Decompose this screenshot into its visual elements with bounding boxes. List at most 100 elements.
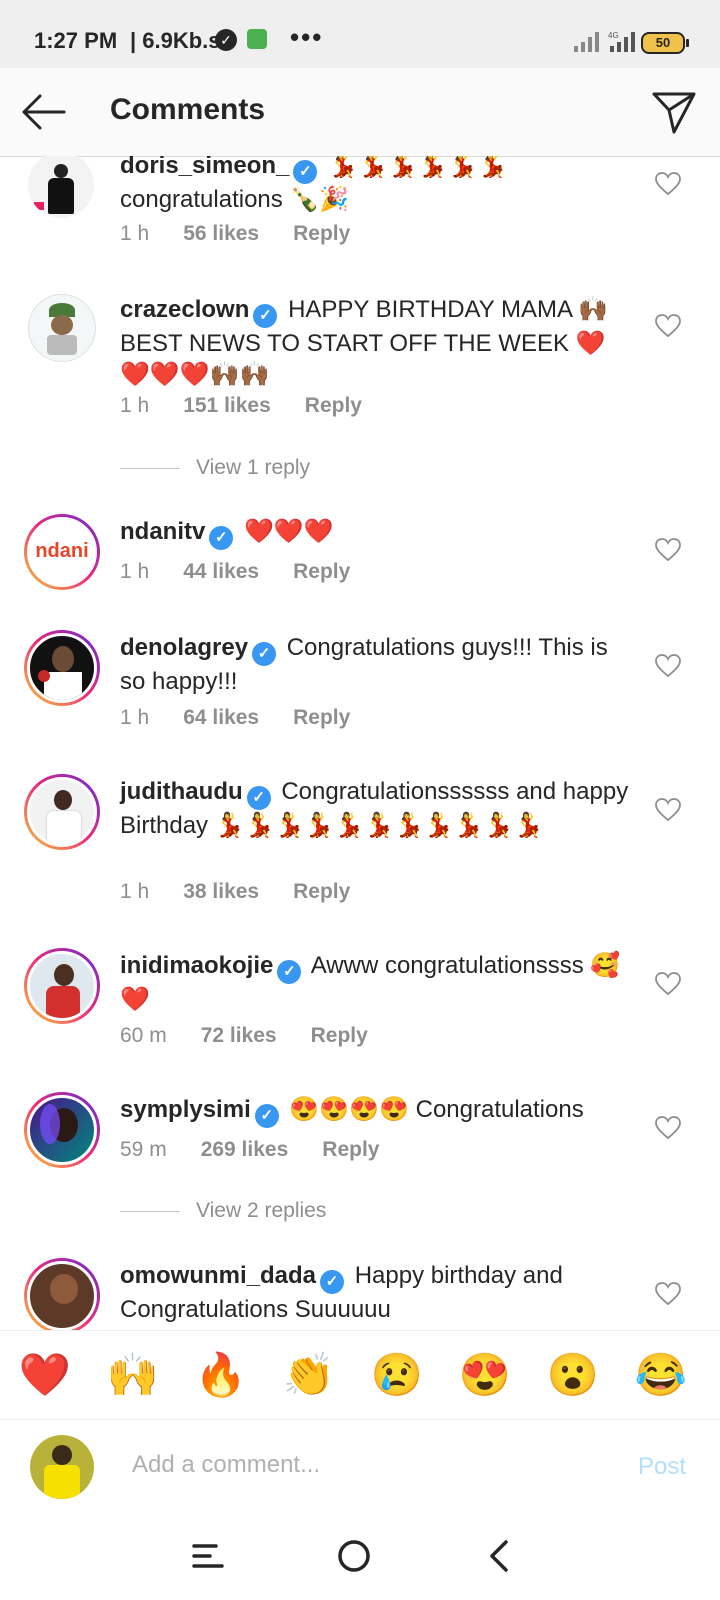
verified-badge-icon: ✓ xyxy=(246,786,271,810)
comment-meta: 1 h 64 likes Reply xyxy=(120,706,384,730)
verified-badge-icon: ✓ xyxy=(209,526,234,550)
clapping-emoji-button[interactable]: 👏 xyxy=(282,1349,336,1401)
heart-icon[interactable] xyxy=(655,1282,681,1306)
comment-input[interactable] xyxy=(130,1450,594,1480)
reply-button[interactable]: Reply xyxy=(305,394,362,417)
comment-text: ❤️❤️❤️ xyxy=(244,518,334,545)
battery-icon: 50 xyxy=(641,32,689,54)
replies-divider xyxy=(120,467,180,469)
send-direct-icon[interactable] xyxy=(650,88,698,136)
app-notification-icon xyxy=(247,29,267,49)
avatar-story-ring[interactable] xyxy=(24,774,100,850)
heart-eyes-emoji-button[interactable]: 😍 xyxy=(458,1349,512,1401)
comment-text-block: denolagrey ✓ Congratulations guys!!! This… xyxy=(120,632,630,697)
verified-badge-icon: ✓ xyxy=(293,160,318,184)
comment-time: 1 h xyxy=(120,222,150,245)
comment-meta: 60 m 72 likes Reply xyxy=(120,1024,402,1048)
heart-icon[interactable] xyxy=(655,172,681,196)
post-button[interactable]: Post xyxy=(638,1453,686,1481)
view-replies-label: View 1 reply xyxy=(196,456,311,479)
comment-time: 59 m xyxy=(120,1138,167,1161)
comment-meta: 1 h 151 likes Reply xyxy=(120,394,396,418)
raised-hands-emoji-button[interactable]: 🙌 xyxy=(106,1349,160,1401)
heart-icon[interactable] xyxy=(655,972,681,996)
verified-badge-icon: ✓ xyxy=(254,1104,279,1128)
likes-count[interactable]: 56 likes xyxy=(183,222,259,245)
comment-username[interactable]: judithaudu xyxy=(120,778,243,805)
avatar-story-ring[interactable]: ndani xyxy=(24,514,100,590)
comment-username[interactable]: ndanitv xyxy=(120,518,205,545)
crying-face-emoji-button[interactable]: 😢 xyxy=(370,1349,424,1401)
back-icon[interactable] xyxy=(478,1536,522,1576)
comment-meta: 59 m 269 likes Reply xyxy=(120,1138,413,1162)
comment-username[interactable]: symplysimi xyxy=(120,1096,251,1123)
comment-username[interactable]: omowunmi_dada xyxy=(120,1262,316,1289)
avatar-story-ring[interactable] xyxy=(24,1092,100,1168)
app-header: Comments xyxy=(0,68,720,157)
fire-emoji-button[interactable]: 🔥 xyxy=(194,1349,248,1401)
comment-time: 1 h xyxy=(120,394,150,417)
replies-divider xyxy=(120,1210,180,1212)
heart-icon[interactable] xyxy=(655,798,681,822)
heart-icon[interactable] xyxy=(655,538,681,562)
likes-count[interactable]: 38 likes xyxy=(183,880,259,903)
comments-list[interactable]: doris_simeon_ ✓ 💃💃💃💃💃💃 congratulations 🍾🎉… xyxy=(0,156,720,1330)
reply-button[interactable]: Reply xyxy=(293,222,350,245)
signal-icon xyxy=(574,32,599,52)
heart-icon[interactable] xyxy=(655,1116,681,1140)
reply-button[interactable]: Reply xyxy=(311,1024,368,1047)
avatar-story-ring[interactable] xyxy=(24,948,100,1024)
comment-text: 😍😍😍😍 Congratulations xyxy=(289,1096,584,1123)
comment-username[interactable]: doris_simeon_ xyxy=(120,156,289,179)
comment-time: 1 h xyxy=(120,880,150,903)
recent-apps-icon[interactable] xyxy=(186,1536,230,1576)
reply-button[interactable]: Reply xyxy=(322,1138,379,1161)
comment-text-block: ndanitv ✓ ❤️❤️❤️ xyxy=(120,516,630,550)
comment-text-block: inidimaokojie ✓ Awww congratulationssss 🥰… xyxy=(120,950,630,1015)
home-icon[interactable] xyxy=(332,1536,376,1576)
view-replies-button[interactable]: View 2 replies xyxy=(120,1199,326,1223)
comment-username[interactable]: inidimaokojie xyxy=(120,952,273,979)
likes-count[interactable]: 72 likes xyxy=(201,1024,277,1047)
heart-icon[interactable] xyxy=(655,314,681,338)
avatar[interactable] xyxy=(28,294,96,362)
current-user-avatar xyxy=(30,1435,94,1499)
status-bar: 1:27 PM | 6.9Kb.s ✓ ••• 4G 50 xyxy=(0,0,720,68)
more-notifications-icon: ••• xyxy=(290,22,324,52)
verified-badge-icon: ✓ xyxy=(253,304,278,328)
avatar-story-ring[interactable] xyxy=(24,630,100,706)
comment-time: 60 m xyxy=(120,1024,167,1047)
heart-icon[interactable] xyxy=(655,654,681,678)
quick-reaction-bar: ❤️ 🙌 🔥 👏 😢 😍 😮 😂 xyxy=(0,1330,720,1420)
avatar-story-ring[interactable] xyxy=(24,1258,100,1330)
comment-meta: 1 h 44 likes Reply xyxy=(120,560,384,584)
comment-text-block: doris_simeon_ ✓ 💃💃💃💃💃💃 congratulations 🍾🎉 xyxy=(120,156,630,215)
likes-count[interactable]: 64 likes xyxy=(183,706,259,729)
likes-count[interactable]: 44 likes xyxy=(183,560,259,583)
check-circle-icon: ✓ xyxy=(215,29,237,51)
svg-text:4G: 4G xyxy=(608,31,619,40)
likes-count[interactable]: 269 likes xyxy=(201,1138,289,1161)
view-replies-label: View 2 replies xyxy=(196,1199,327,1222)
comment-text-block: omowunmi_dada ✓ Happy birthday and Congra… xyxy=(120,1260,630,1325)
likes-count[interactable]: 151 likes xyxy=(183,394,271,417)
reply-button[interactable]: Reply xyxy=(293,880,350,903)
reply-button[interactable]: Reply xyxy=(293,560,350,583)
status-network-speed: | 6.9Kb.s xyxy=(130,28,221,53)
4g-signal-icon: 4G xyxy=(608,31,635,52)
surprised-face-emoji-button[interactable]: 😮 xyxy=(546,1349,600,1401)
reply-button[interactable]: Reply xyxy=(293,706,350,729)
comment-input-bar: Post xyxy=(0,1420,720,1513)
comment-text-block: crazeclown ✓ HAPPY BIRTHDAY MAMA 🙌🏾 BEST … xyxy=(120,294,630,390)
comment-username[interactable]: denolagrey xyxy=(120,634,248,661)
red-heart-emoji-button[interactable]: ❤️ xyxy=(18,1349,72,1401)
back-arrow-icon[interactable] xyxy=(20,90,68,134)
verified-badge-icon: ✓ xyxy=(320,1270,345,1294)
avatar[interactable] xyxy=(28,156,94,218)
comment-meta: 1 h 56 likes Reply xyxy=(120,222,384,246)
laughing-tears-emoji-button[interactable]: 😂 xyxy=(634,1349,688,1401)
comment-username[interactable]: crazeclown xyxy=(120,296,249,323)
view-replies-button[interactable]: View 1 reply xyxy=(120,456,310,480)
page-title: Comments xyxy=(110,93,266,126)
comment-text-block: judithaudu ✓ Congratulationssssss and hap… xyxy=(120,776,630,841)
